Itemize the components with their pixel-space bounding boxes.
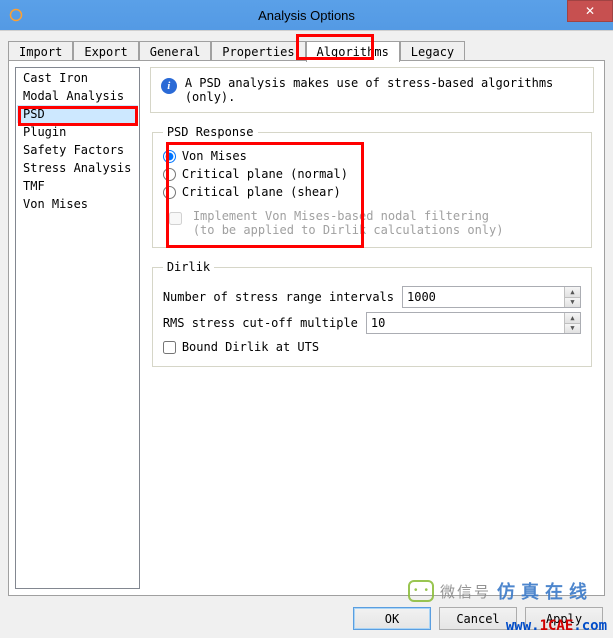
spin-down-icon[interactable]: ▼ <box>565 298 580 308</box>
close-icon: ✕ <box>585 4 595 18</box>
rms-cutoff-spinner[interactable]: ▲ ▼ <box>366 312 581 334</box>
info-box: i A PSD analysis makes use of stress-bas… <box>150 67 594 113</box>
tab-label: Properties <box>222 45 294 59</box>
tab-legacy[interactable]: Legacy <box>400 41 465 62</box>
app-icon <box>6 5 26 25</box>
tab-import[interactable]: Import <box>8 41 73 62</box>
sidebar-item-label: Stress Analysis <box>23 161 131 175</box>
tab-algorithms[interactable]: Algorithms <box>306 41 400 62</box>
watermark-url-part: 1CAE <box>540 618 574 634</box>
radio-input[interactable] <box>163 168 176 181</box>
psd-response-group: PSD Response Von Mises Critical plane (n… <box>152 125 592 248</box>
watermark-url-part: www. <box>506 618 540 634</box>
sidebar-item-label: Safety Factors <box>23 143 124 157</box>
bound-dirlik-checkbox[interactable] <box>163 341 176 354</box>
ok-button[interactable]: OK <box>353 607 431 630</box>
category-list[interactable]: Cast Iron Modal Analysis PSD Plugin Safe… <box>15 67 140 589</box>
sidebar-item-von-mises[interactable]: Von Mises <box>17 195 138 213</box>
tab-label: Algorithms <box>317 45 389 59</box>
watermark-label: 微信号 <box>440 581 491 602</box>
window-title: Analysis Options <box>0 8 613 23</box>
sidebar-item-label: Von Mises <box>23 197 88 211</box>
sidebar-item-cast-iron[interactable]: Cast Iron <box>17 69 138 87</box>
nodal-filtering-row: Implement Von Mises-based nodal filterin… <box>163 209 581 237</box>
intervals-input[interactable] <box>403 287 564 307</box>
tab-label: Export <box>84 45 127 59</box>
sidebar-item-label: Modal Analysis <box>23 89 124 103</box>
sidebar-item-label: PSD <box>23 107 45 121</box>
radio-critical-plane-normal[interactable]: Critical plane (normal) <box>163 165 581 183</box>
tab-label: Legacy <box>411 45 454 59</box>
spin-down-icon[interactable]: ▼ <box>565 324 580 334</box>
info-text: A PSD analysis makes use of stress-based… <box>185 76 583 104</box>
radio-von-mises[interactable]: Von Mises <box>163 147 581 165</box>
spin-up-icon[interactable]: ▲ <box>565 287 580 298</box>
info-icon: i <box>161 78 177 94</box>
watermark-brand: 仿真在线 <box>497 578 593 604</box>
bound-dirlik-label: Bound Dirlik at UTS <box>182 340 319 354</box>
radio-critical-plane-shear[interactable]: Critical plane (shear) <box>163 183 581 201</box>
psd-response-legend: PSD Response <box>163 125 258 139</box>
dirlik-group: Dirlik Number of stress range intervals … <box>152 260 592 367</box>
dialog-body: Import Export General Properties Algorit… <box>0 30 613 638</box>
titlebar: Analysis Options ✕ <box>0 0 613 30</box>
watermark-url-part: .com <box>573 618 607 634</box>
spin-buttons: ▲ ▼ <box>564 287 580 307</box>
tab-bar: Import Export General Properties Algorit… <box>8 39 605 61</box>
wechat-icon <box>408 580 434 602</box>
button-label: Cancel <box>456 612 499 626</box>
sidebar-item-label: TMF <box>23 179 45 193</box>
tab-export[interactable]: Export <box>73 41 138 62</box>
sidebar-item-modal-analysis[interactable]: Modal Analysis <box>17 87 138 105</box>
button-label: OK <box>385 612 399 626</box>
tab-label: Import <box>19 45 62 59</box>
watermark-wechat: 微信号 仿真在线 <box>408 578 593 604</box>
tab-label: General <box>150 45 201 59</box>
spin-up-icon[interactable]: ▲ <box>565 313 580 324</box>
rms-cutoff-label: RMS stress cut-off multiple <box>163 316 358 330</box>
tab-properties[interactable]: Properties <box>211 41 305 62</box>
tab-general[interactable]: General <box>139 41 212 62</box>
radio-label: Critical plane (normal) <box>182 167 348 181</box>
nodal-filtering-line1: Implement Von Mises-based nodal filterin… <box>193 209 504 223</box>
sidebar-item-stress-analysis[interactable]: Stress Analysis <box>17 159 138 177</box>
settings-pane: i A PSD analysis makes use of stress-bas… <box>146 61 604 595</box>
spin-buttons: ▲ ▼ <box>564 313 580 333</box>
sidebar-item-label: Cast Iron <box>23 71 88 85</box>
radio-input[interactable] <box>163 150 176 163</box>
sidebar-item-label: Plugin <box>23 125 66 139</box>
nodal-filtering-line2: (to be applied to Dirlik calculations on… <box>193 223 504 237</box>
intervals-spinner[interactable]: ▲ ▼ <box>402 286 581 308</box>
radio-label: Von Mises <box>182 149 247 163</box>
nodal-filtering-text: Implement Von Mises-based nodal filterin… <box>193 209 504 237</box>
sidebar-item-psd[interactable]: PSD <box>17 105 138 123</box>
rms-cutoff-input[interactable] <box>367 313 564 333</box>
bound-dirlik-row[interactable]: Bound Dirlik at UTS <box>163 338 581 356</box>
dirlik-legend: Dirlik <box>163 260 214 274</box>
watermark-url: www.1CAE.com <box>506 618 607 634</box>
tab-content: Cast Iron Modal Analysis PSD Plugin Safe… <box>8 60 605 596</box>
sidebar-item-safety-factors[interactable]: Safety Factors <box>17 141 138 159</box>
radio-label: Critical plane (shear) <box>182 185 341 199</box>
intervals-label: Number of stress range intervals <box>163 290 394 304</box>
sidebar-item-plugin[interactable]: Plugin <box>17 123 138 141</box>
nodal-filtering-checkbox <box>169 212 182 225</box>
radio-input[interactable] <box>163 186 176 199</box>
window-close-button[interactable]: ✕ <box>567 0 613 22</box>
sidebar-item-tmf[interactable]: TMF <box>17 177 138 195</box>
